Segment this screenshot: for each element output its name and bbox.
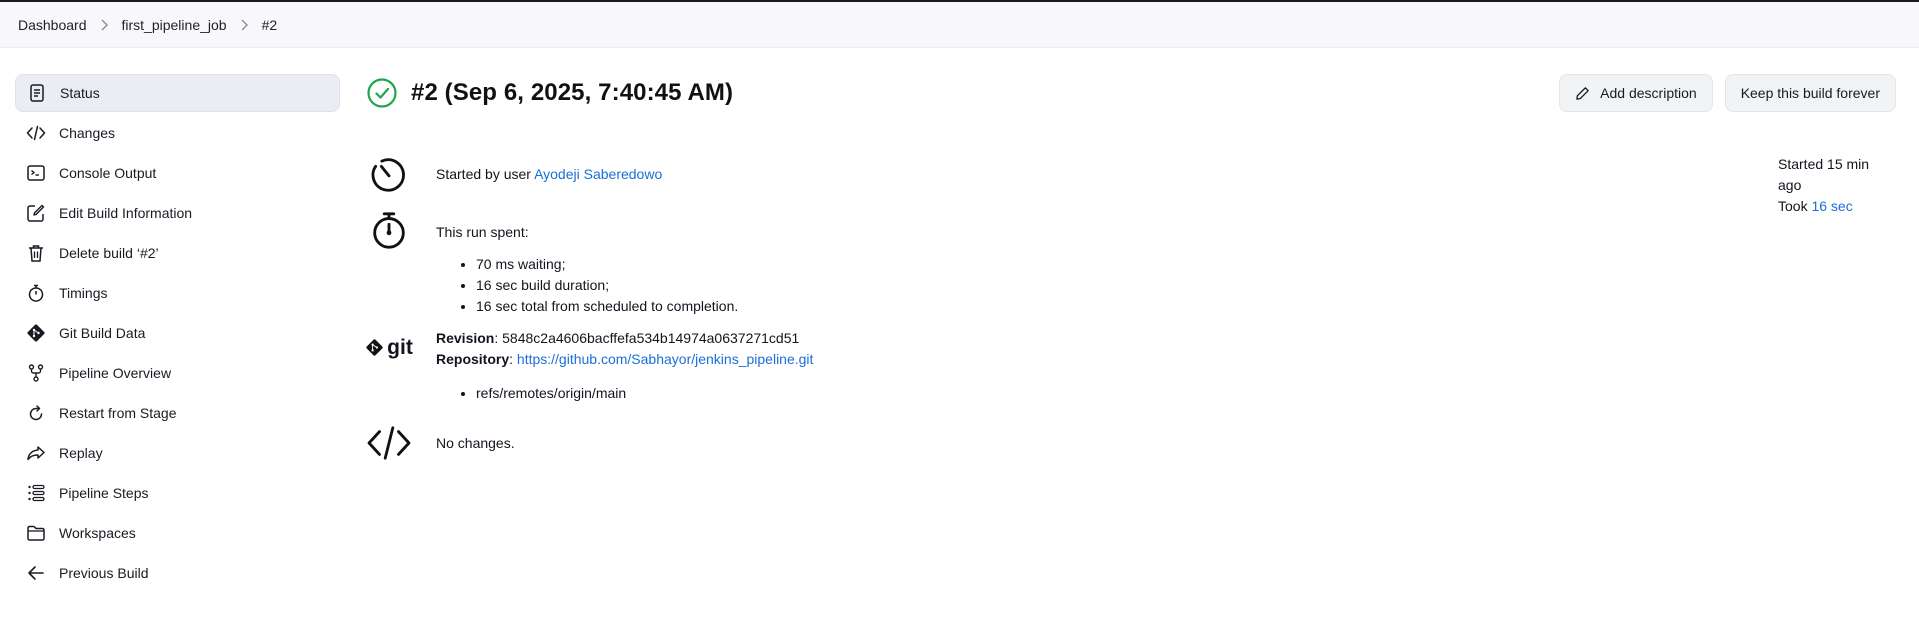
sidebar-item-label: Pipeline Overview (59, 365, 172, 381)
git-diamond-icon (366, 339, 383, 356)
chevron-right-icon (240, 19, 249, 31)
revision-line: Revision: 5848c2a4606bacffefa534b14974a0… (436, 330, 800, 346)
sidebar-item-previous-build[interactable]: Previous Build (15, 554, 340, 592)
sidebar-item-label: Restart from Stage (59, 405, 177, 421)
sidebar-item-workspaces[interactable]: Workspaces (15, 514, 340, 552)
add-description-label: Add description (1600, 85, 1697, 101)
revision-hash: 5848c2a4606bacffefa534b14974a0637271cd51 (502, 330, 800, 346)
sidebar-item-label: Status (60, 85, 100, 101)
sidebar-item-delete-build[interactable]: Delete build ‘#2’ (15, 234, 340, 272)
edit-icon (25, 202, 47, 224)
git-body: Revision: 5848c2a4606bacffefa534b14974a0… (436, 328, 813, 404)
list-icon (25, 482, 47, 504)
sidebar-item-label: Edit Build Information (59, 205, 193, 221)
sidebar-item-status[interactable]: Status (15, 74, 340, 112)
sidebar: Status Changes Console Output Edit Build… (15, 74, 340, 594)
user-link[interactable]: Ayodeji Saberedowo (534, 166, 662, 182)
repository-link[interactable]: https://github.com/Sabhayor/jenkins_pipe… (517, 351, 814, 367)
sidebar-item-label: Replay (59, 445, 103, 461)
success-check-icon (366, 77, 398, 109)
replay-icon (25, 442, 47, 464)
trash-icon (25, 242, 47, 264)
list-item: 16 sec build duration; (476, 275, 738, 296)
branch-icon (25, 362, 47, 384)
sidebar-item-restart-from-stage[interactable]: Restart from Stage (15, 394, 340, 432)
started-by-section: Started by user Ayodeji Saberedowo (366, 152, 1896, 196)
pencil-icon (1576, 86, 1589, 100)
stopwatch-icon (25, 282, 47, 304)
breadcrumb-build[interactable]: #2 (262, 17, 278, 33)
keep-build-forever-label: Keep this build forever (1740, 85, 1880, 101)
sidebar-item-replay[interactable]: Replay (15, 434, 340, 472)
git-logo-mark: git (365, 336, 413, 359)
run-spent-body: This run spent: 70 ms waiting; 16 sec bu… (436, 208, 738, 317)
git-logo: git (365, 328, 413, 404)
terminal-icon (25, 162, 47, 184)
document-icon (26, 82, 48, 104)
arrow-left-icon (25, 562, 47, 584)
list-item: refs/remotes/origin/main (476, 383, 813, 404)
revision-label: Revision (436, 330, 495, 346)
sidebar-item-pipeline-steps[interactable]: Pipeline Steps (15, 474, 340, 512)
stopwatch-icon (366, 208, 412, 317)
keep-build-forever-button[interactable]: Keep this build forever (1724, 74, 1896, 112)
started-by-prefix: Started by user (436, 165, 535, 182)
speedometer-icon (366, 153, 412, 195)
code-icon (366, 424, 412, 462)
sidebar-item-label: Git Build Data (59, 325, 146, 341)
started-by-text: Started by user Ayodeji Saberedowo (436, 164, 662, 185)
run-spent-section: This run spent: 70 ms waiting; 16 sec bu… (366, 208, 1896, 317)
repository-label: Repository (436, 351, 510, 367)
header-actions: Add description Keep this build forever (1559, 74, 1896, 112)
sidebar-item-label: Previous Build (59, 565, 149, 581)
folder-icon (25, 522, 47, 544)
branch-list: refs/remotes/origin/main (436, 383, 813, 404)
git-section: git Revision: 5848c2a4606bacffefa534b149… (366, 328, 1896, 404)
main-content: #2 (Sep 6, 2025, 7:40:45 AM) Add descrip… (366, 74, 1896, 466)
sidebar-item-pipeline-overview[interactable]: Pipeline Overview (15, 354, 340, 392)
breadcrumb-dashboard[interactable]: Dashboard (18, 17, 87, 33)
run-spent-heading: This run spent: (436, 224, 529, 240)
chevron-right-icon (100, 19, 109, 31)
sidebar-item-label: Console Output (59, 165, 157, 181)
repository-line: Repository: https://github.com/Sabhayor/… (436, 351, 814, 367)
sidebar-item-label: Timings (59, 285, 108, 301)
page-title: #2 (Sep 6, 2025, 7:40:45 AM) (411, 79, 734, 106)
breadcrumb: Dashboard first_pipeline_job #2 (0, 2, 1919, 48)
sidebar-item-console-output[interactable]: Console Output (15, 154, 340, 192)
list-item: 16 sec total from scheduled to completio… (476, 296, 738, 317)
git-icon (25, 322, 47, 344)
code-icon (25, 122, 47, 144)
git-logo-text: git (387, 336, 413, 359)
run-spent-list: 70 ms waiting; 16 sec build duration; 16… (436, 254, 738, 317)
sidebar-item-changes[interactable]: Changes (15, 114, 340, 152)
sidebar-item-label: Workspaces (59, 525, 136, 541)
sidebar-item-git-build-data[interactable]: Git Build Data (15, 314, 340, 352)
list-item: 70 ms waiting; (476, 254, 738, 275)
changes-section: No changes. (366, 420, 1896, 466)
restart-icon (25, 402, 47, 424)
breadcrumb-job[interactable]: first_pipeline_job (122, 17, 227, 33)
add-description-button[interactable]: Add description (1559, 74, 1713, 112)
sidebar-item-label: Delete build ‘#2’ (59, 245, 159, 261)
sidebar-item-timings[interactable]: Timings (15, 274, 340, 312)
sidebar-item-label: Changes (59, 125, 116, 141)
changes-text: No changes. (436, 434, 515, 451)
sidebar-item-edit-build-information[interactable]: Edit Build Information (15, 194, 340, 232)
sidebar-item-label: Pipeline Steps (59, 485, 149, 501)
